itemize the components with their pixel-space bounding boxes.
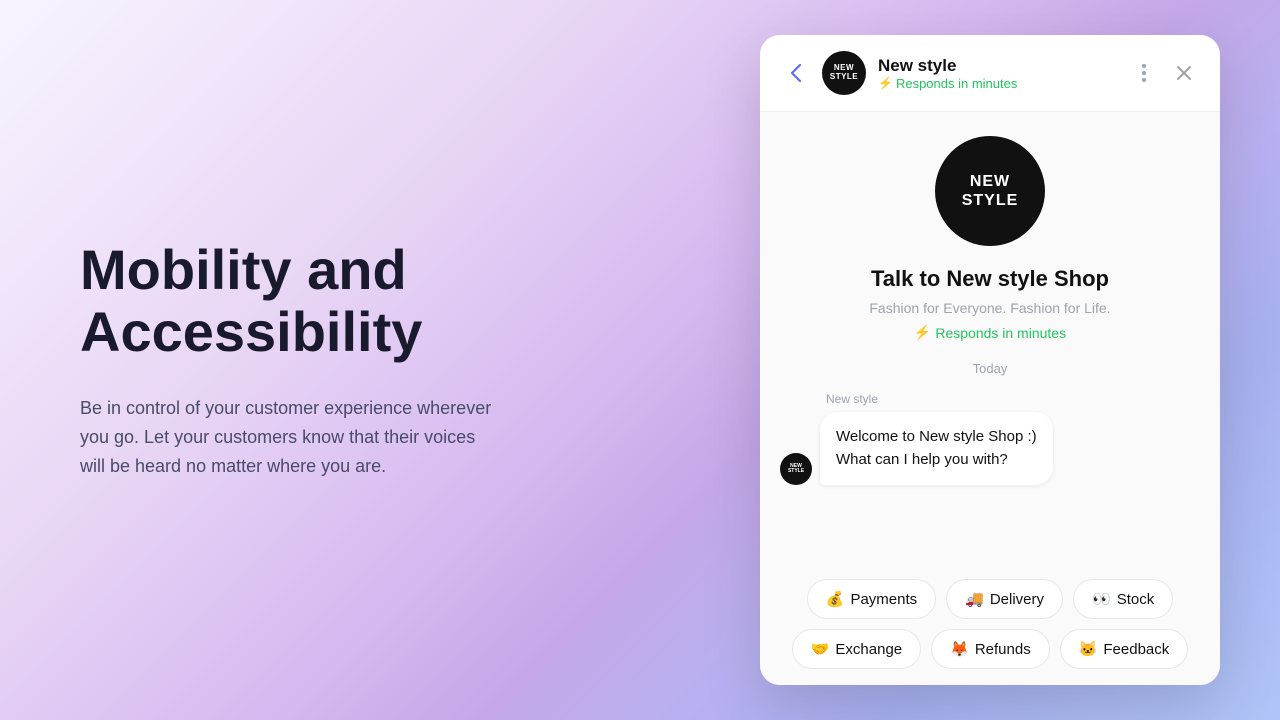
quick-reply-feedback[interactable]: 🐱 Feedback	[1060, 629, 1189, 669]
stock-emoji: 👀	[1092, 590, 1111, 608]
chat-header: NEWSTYLE New style ⚡ Responds in minutes	[760, 35, 1220, 112]
header-status-text: Responds in minutes	[896, 76, 1017, 91]
delivery-label: Delivery	[990, 591, 1044, 608]
close-button[interactable]	[1168, 57, 1200, 89]
quick-reply-exchange[interactable]: 🤝 Exchange	[792, 629, 921, 669]
header-actions	[1128, 57, 1200, 89]
feedback-label: Feedback	[1103, 641, 1169, 658]
shop-tagline: Fashion for Everyone. Fashion for Life.	[869, 300, 1110, 316]
header-status: ⚡ Responds in minutes	[878, 76, 1128, 91]
more-options-button[interactable]	[1128, 57, 1160, 89]
payments-emoji: 💰	[826, 590, 845, 608]
payments-label: Payments	[850, 591, 917, 608]
message-sender-label: New style	[780, 392, 1200, 406]
main-description: Be in control of your customer experienc…	[80, 394, 500, 480]
exchange-label: Exchange	[835, 641, 902, 658]
exchange-emoji: 🤝	[811, 640, 830, 658]
refunds-emoji: 🦊	[950, 640, 969, 658]
right-panel: NEWSTYLE New style ⚡ Responds in minutes	[700, 0, 1280, 720]
delivery-emoji: 🚚	[965, 590, 984, 608]
quick-reply-delivery[interactable]: 🚚 Delivery	[946, 579, 1063, 619]
quick-replies-row2: 🤝 Exchange 🦊 Refunds 🐱 Feedback	[760, 619, 1220, 685]
shop-logo: NEWSTYLE	[935, 136, 1045, 246]
title-line1: Mobility and	[80, 238, 407, 301]
quick-replies-row1: 💰 Payments 🚚 Delivery 👀 Stock	[760, 563, 1220, 619]
left-panel: Mobility and Accessibility Be in control…	[0, 0, 700, 720]
message-avatar: NEWSTYLE	[780, 453, 812, 485]
feedback-emoji: 🐱	[1079, 640, 1098, 658]
back-button[interactable]	[780, 57, 812, 89]
shop-title: Talk to New style Shop	[871, 266, 1109, 292]
header-avatar: NEWSTYLE	[822, 51, 866, 95]
message-bubble: Welcome to New style Shop :)What can I h…	[820, 412, 1053, 485]
lightning-icon: ⚡	[914, 324, 931, 341]
title-line2: Accessibility	[80, 300, 422, 363]
quick-reply-stock[interactable]: 👀 Stock	[1073, 579, 1173, 619]
shop-response-time: ⚡ Responds in minutes	[914, 324, 1066, 341]
main-title: Mobility and Accessibility	[80, 239, 620, 362]
chat-widget: NEWSTYLE New style ⚡ Responds in minutes	[760, 35, 1220, 685]
quick-reply-refunds[interactable]: 🦊 Refunds	[931, 629, 1050, 669]
refunds-label: Refunds	[975, 641, 1031, 658]
date-divider: Today	[780, 361, 1200, 376]
message-section: New style NEWSTYLE Welcome to New style …	[780, 392, 1200, 485]
quick-reply-payments[interactable]: 💰 Payments	[807, 579, 936, 619]
header-shop-name: New style	[878, 56, 1128, 76]
header-info: New style ⚡ Responds in minutes	[878, 56, 1128, 91]
message-row: NEWSTYLE Welcome to New style Shop :)Wha…	[780, 412, 1200, 485]
stock-label: Stock	[1117, 591, 1155, 608]
chat-body: NEWSTYLE Talk to New style Shop Fashion …	[760, 112, 1220, 563]
